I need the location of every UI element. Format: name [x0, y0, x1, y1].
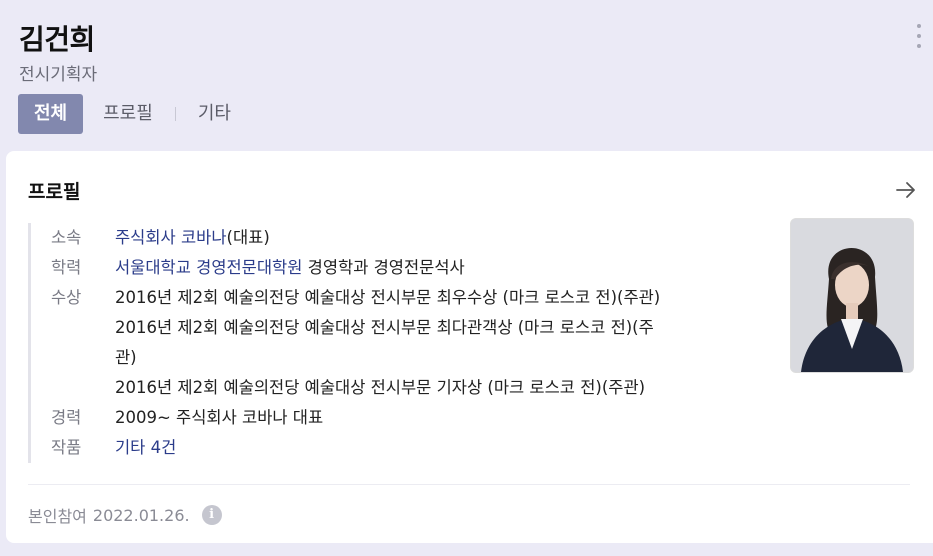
affiliation-label: 소속: [51, 228, 82, 247]
award-item: 2016년 제2회 예술의전당 예술대상 전시부문 최우수상 (마크 로스코 전…: [115, 288, 661, 307]
award-item: 관): [115, 348, 137, 367]
participation-date: 2022.01.26.: [92, 505, 190, 525]
more-options-icon[interactable]: [915, 24, 923, 48]
person-job: 전시기획자: [19, 65, 98, 85]
self-participation-label: 본인참여: [28, 507, 87, 526]
awards-row: 수상 2016년 제2회 예술의전당 예술대상 전시부문 최우수상 (마크 로스…: [31, 283, 771, 403]
profile-photo[interactable]: [790, 218, 914, 373]
tab-divider: [174, 107, 176, 121]
affiliation-row: 소속 주식회사 코바나(대표): [31, 223, 771, 253]
education-link[interactable]: 서울대학교 경영전문대학원: [115, 258, 302, 277]
profile-section-title: 프로필: [28, 181, 81, 203]
works-link[interactable]: 기타 4건: [115, 438, 176, 457]
works-row: 작품 기타 4건: [31, 433, 771, 463]
works-label: 작품: [51, 438, 82, 457]
tab-all[interactable]: 전체: [18, 94, 84, 134]
tab-etc[interactable]: 기타: [178, 94, 251, 134]
education-label: 학력: [51, 258, 82, 277]
person-name: 김건희: [19, 23, 95, 56]
profile-info-list: 소속 주식회사 코바나(대표) 학력 서울대학교 경영전문대학원 경영학과 경영…: [28, 223, 771, 463]
education-suffix: 경영학과 경영전문석사: [302, 258, 465, 277]
affiliation-suffix: (대표): [226, 228, 270, 247]
career-value: 2009~ 주식회사 코바나 대표: [115, 408, 324, 427]
career-label: 경력: [51, 408, 82, 427]
footer-divider: [28, 484, 910, 485]
career-row: 경력 2009~ 주식회사 코바나 대표: [31, 403, 771, 433]
tab-bar: 전체 프로필 기타: [18, 94, 251, 134]
profile-header: 김건희 전시기획자 전체 프로필 기타: [0, 0, 933, 150]
arrow-right-icon[interactable]: [891, 175, 921, 205]
tab-profile[interactable]: 프로필: [83, 94, 173, 134]
affiliation-link[interactable]: 주식회사 코바나: [115, 228, 227, 247]
awards-label: 수상: [51, 288, 82, 307]
award-item: 2016년 제2회 예술의전당 예술대상 전시부문 기자상 (마크 로스코 전)…: [115, 378, 646, 397]
profile-card: 프로필 소속 주식회사 코바나(대표) 학력 서울대학교 경영전문대학원 경영학…: [6, 151, 933, 543]
education-row: 학력 서울대학교 경영전문대학원 경영학과 경영전문석사: [31, 253, 771, 283]
info-icon[interactable]: i: [201, 505, 222, 525]
award-item: 2016년 제2회 예술의전당 예술대상 전시부문 최다관객상 (마크 로스코 …: [115, 318, 654, 337]
profile-footer: 본인참여 2022.01.26. i: [28, 503, 222, 527]
